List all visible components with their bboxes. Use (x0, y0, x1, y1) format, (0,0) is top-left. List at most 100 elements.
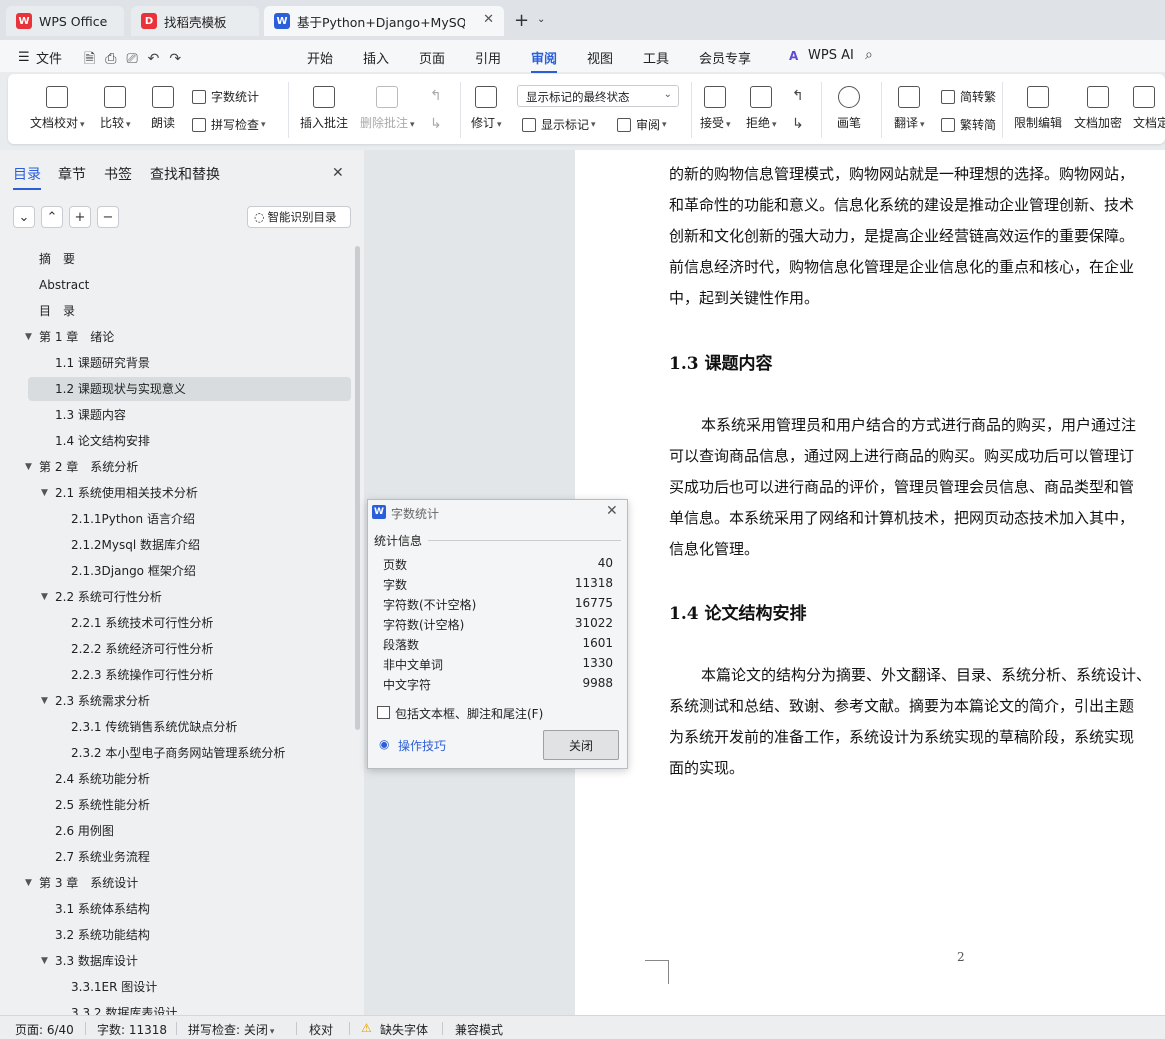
toc-item[interactable]: 2.6 用例图 (55, 819, 114, 843)
toc-item[interactable]: 1.4 论文结构安排 (55, 429, 150, 453)
menu-member[interactable]: 会员专享 (699, 48, 751, 67)
tips-link[interactable]: 操作技巧 (398, 737, 446, 754)
expand-icon[interactable]: ⌃ (41, 206, 63, 228)
hamburger-icon[interactable]: ☰ (18, 50, 30, 65)
to-traditional-button[interactable]: 简转繁 (941, 88, 996, 105)
add-heading-icon[interactable]: + (69, 206, 91, 228)
toc-item[interactable]: 2.3.2 本小型电子商务网站管理系统分析 (71, 741, 285, 765)
nav-tab-find-replace[interactable]: 查找和替换 (150, 164, 220, 184)
status-words[interactable]: 字数: 11318 (97, 1021, 167, 1038)
nav-tab-toc[interactable]: 目录 (13, 164, 41, 190)
expand-triangle-icon[interactable]: ▼ (25, 455, 32, 479)
tab-docer[interactable]: D 找稻壳模板 (131, 6, 259, 36)
toc-item[interactable]: 1.3 课题内容 (55, 403, 126, 427)
collapse-icon[interactable]: ⌄ (13, 206, 35, 228)
toc-item[interactable]: Abstract (39, 273, 89, 297)
search-icon[interactable]: ⌕ (865, 47, 873, 63)
expand-triangle-icon[interactable]: ▼ (25, 325, 32, 349)
menu-tools[interactable]: 工具 (643, 48, 669, 67)
toc-item[interactable]: ▼ 第 2 章 系统分析 (25, 455, 138, 479)
toc-item[interactable]: ▼ 2.3 系统需求分析 (41, 689, 150, 713)
to-simplified-button[interactable]: 繁转简 (941, 116, 996, 133)
menu-wps-ai[interactable]: WPS AI (808, 48, 854, 63)
menu-insert[interactable]: 插入 (363, 48, 389, 67)
toc-item[interactable]: ▼ 2.2 系统可行性分析 (41, 585, 162, 609)
expand-triangle-icon[interactable]: ▼ (41, 585, 48, 609)
menu-view[interactable]: 视图 (587, 48, 613, 67)
finalize-button[interactable]: 文档定 (1133, 86, 1165, 131)
toc-item[interactable]: 2.1.1Python 语言介绍 (71, 507, 195, 531)
close-button[interactable]: 关闭 (543, 730, 619, 760)
quick-access-icons[interactable]: 🗎⎙⎚↶↷ (84, 48, 191, 72)
toc-item[interactable]: 1.2 课题现状与实现意义 (55, 377, 186, 401)
status-spell[interactable]: 拼写检查: 关闭 ▾ (188, 1021, 274, 1038)
spell-check-button[interactable]: 拼写检查 ▾ (192, 116, 266, 133)
toc-item[interactable]: ▼ 3.3 数据库设计 (41, 949, 138, 973)
revise-button[interactable]: 修订 ▾ (471, 86, 502, 131)
status-missing-font[interactable]: 缺失字体 (380, 1021, 428, 1038)
expand-triangle-icon[interactable]: ▼ (41, 481, 48, 505)
expand-triangle-icon[interactable]: ▼ (25, 871, 32, 895)
insert-comment-button[interactable]: 插入批注 (300, 86, 348, 131)
tab-wps-office[interactable]: W WPS Office (6, 6, 124, 36)
menu-home[interactable]: 开始 (307, 48, 333, 67)
reject-button[interactable]: 拒绝 ▾ (746, 86, 777, 131)
word-count-button[interactable]: 字数统计 (192, 88, 259, 105)
next-revision-icon[interactable]: ↳ (792, 116, 804, 132)
nav-scrollbar[interactable] (355, 246, 360, 730)
toc-item[interactable]: 2.7 系统业务流程 (55, 845, 150, 869)
toc-item[interactable]: ▼ 第 3 章 系统设计 (25, 871, 138, 895)
markup-state-select[interactable]: 显示标记的最终状态 ⌄ (517, 85, 679, 107)
close-icon[interactable]: ✕ (483, 12, 494, 27)
menu-page[interactable]: 页面 (419, 48, 445, 67)
read-aloud-button[interactable]: 朗读 (151, 86, 175, 131)
prev-revision-icon[interactable]: ↰ (792, 88, 804, 104)
nav-tab-bookmarks[interactable]: 书签 (104, 164, 132, 184)
accept-button[interactable]: 接受 ▾ (700, 86, 731, 131)
prev-comment-icon[interactable]: ↰ (430, 88, 442, 104)
status-page[interactable]: 页面: 6/40 (15, 1021, 74, 1038)
toc-item[interactable]: ▼ 第 1 章 绪论 (25, 325, 114, 349)
translate-button[interactable]: 翻译 ▾ (894, 86, 925, 131)
close-icon[interactable]: ✕ (332, 165, 344, 181)
doc-check-button[interactable]: 文档校对 ▾ (30, 86, 85, 131)
toc-item[interactable]: 3.2 系统功能结构 (55, 923, 150, 947)
remove-heading-icon[interactable]: − (97, 206, 119, 228)
toc-item[interactable]: 摘 要 (39, 247, 75, 271)
tab-document[interactable]: W 基于Python+Django+MySQ ✕ (264, 6, 504, 36)
toc-item[interactable]: ▼ 2.1 系统使用相关技术分析 (41, 481, 198, 505)
menu-references[interactable]: 引用 (475, 48, 501, 67)
expand-triangle-icon[interactable]: ▼ (41, 949, 48, 973)
toc-item[interactable]: 2.1.3Django 框架介绍 (71, 559, 196, 583)
menu-file[interactable]: 文件 (36, 48, 62, 67)
toc-item[interactable]: 2.2.2 系统经济可行性分析 (71, 637, 213, 661)
menu-review[interactable]: 审阅 (531, 48, 558, 73)
review-pane-button[interactable]: 审阅 ▾ (617, 116, 667, 133)
show-markup-button[interactable]: 显示标记 ▾ (522, 116, 596, 133)
include-textbox-checkbox[interactable] (377, 706, 390, 719)
delete-comment-button[interactable]: 删除批注 ▾ (360, 86, 415, 131)
next-comment-icon[interactable]: ↳ (430, 116, 442, 132)
status-proof[interactable]: 校对 (309, 1021, 333, 1038)
toc-item[interactable]: 2.2.1 系统技术可行性分析 (71, 611, 213, 635)
toc-item[interactable]: 2.4 系统功能分析 (55, 767, 150, 791)
close-icon[interactable]: ✕ (606, 503, 618, 519)
encrypt-button[interactable]: 文档加密 (1074, 86, 1122, 131)
toc-item[interactable]: 2.5 系统性能分析 (55, 793, 150, 817)
document-page[interactable]: 的新的购物信息管理模式，购物网站就是一种理想的选择。购物网站， 和革命性的功能和意… (575, 150, 1165, 1015)
toc-item[interactable]: 3.3.1ER 图设计 (71, 975, 157, 999)
chevron-down-icon[interactable]: ⌄ (537, 14, 545, 25)
compare-button[interactable]: 比较 ▾ (100, 86, 131, 131)
toc-item[interactable]: 2.1.2Mysql 数据库介绍 (71, 533, 200, 557)
toc-item[interactable]: 2.3.1 传统销售系统优缺点分析 (71, 715, 237, 739)
restrict-edit-button[interactable]: 限制编辑 (1014, 86, 1062, 131)
toc-item[interactable]: 3.1 系统体系结构 (55, 897, 150, 921)
smart-toc-button[interactable]: ◌ 智能识别目录 (247, 206, 351, 228)
nav-tab-sections[interactable]: 章节 (58, 164, 86, 184)
expand-triangle-icon[interactable]: ▼ (41, 689, 48, 713)
new-tab-icon[interactable]: + (514, 10, 529, 31)
toc-item[interactable]: 1.1 课题研究背景 (55, 351, 150, 375)
pen-button[interactable]: 画笔 (837, 86, 861, 131)
toc-item[interactable]: 目 录 (39, 299, 75, 323)
toc-item[interactable]: 2.2.3 系统操作可行性分析 (71, 663, 213, 687)
